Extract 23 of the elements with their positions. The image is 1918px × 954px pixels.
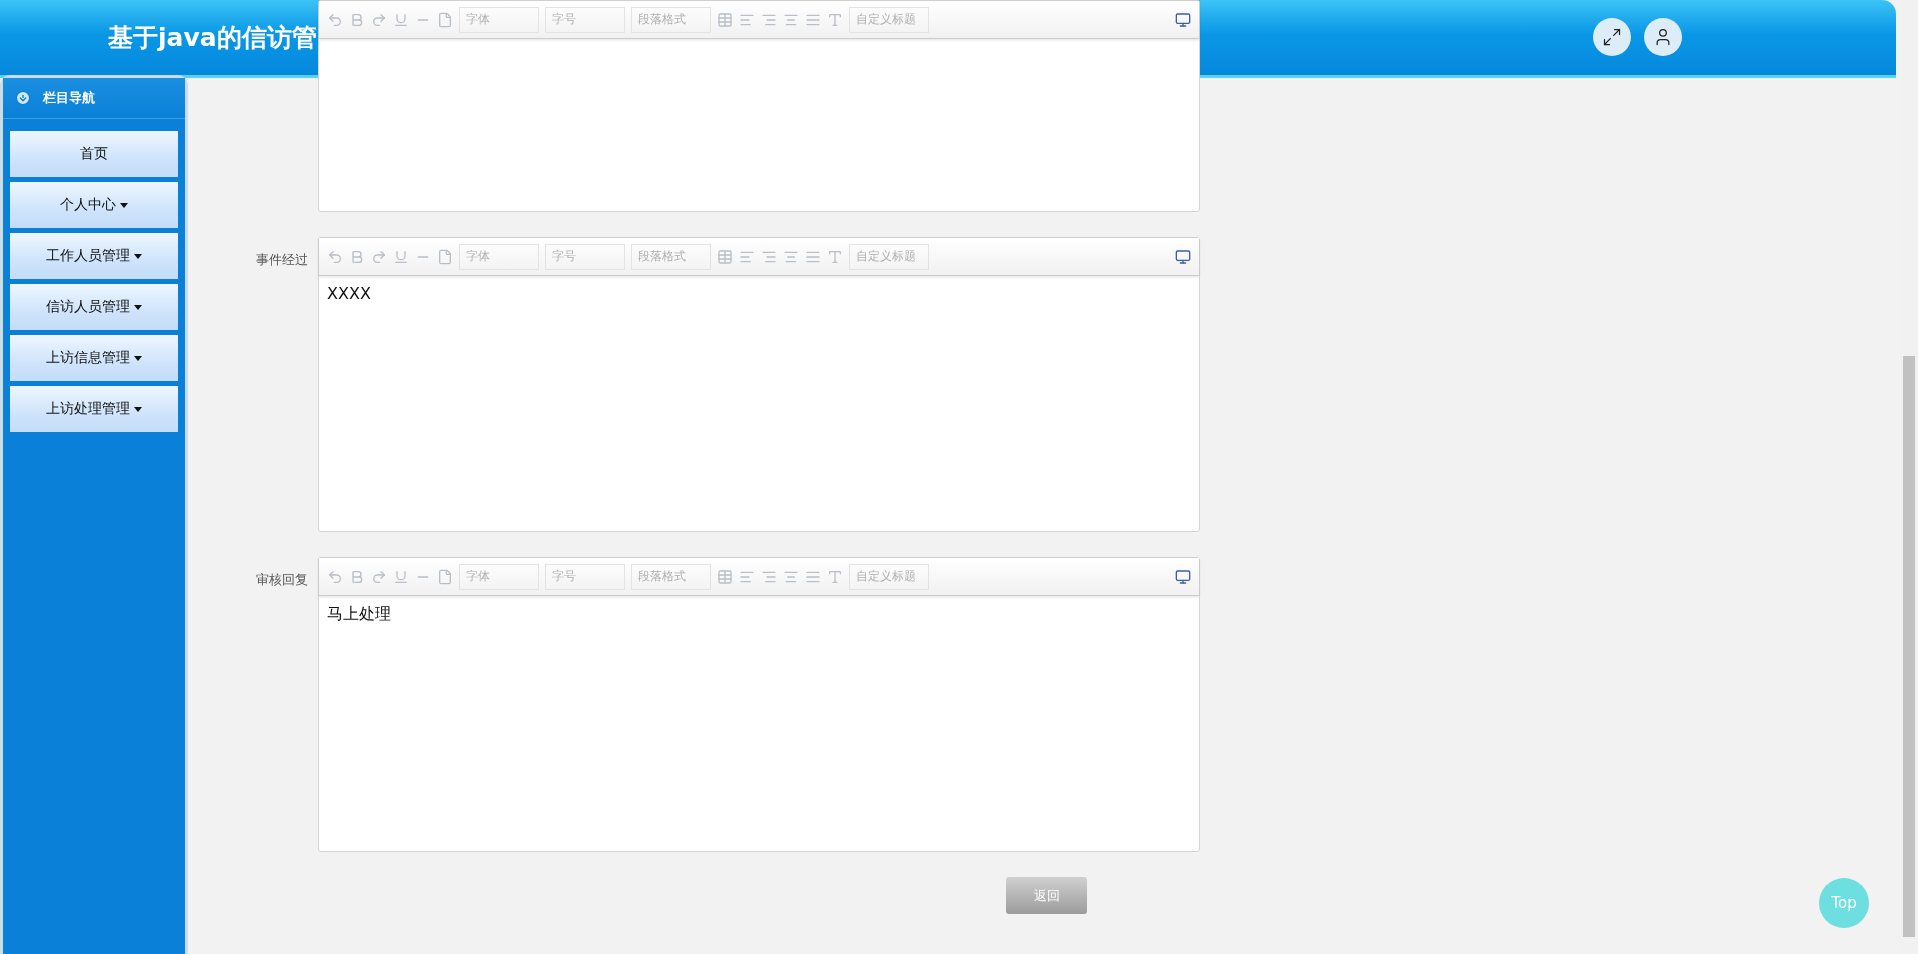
editor-content: XXXX (326, 283, 372, 305)
fullscreen-button[interactable] (1593, 18, 1631, 56)
field-label: 事件经过 (255, 251, 308, 269)
arrow-down-icon (15, 90, 31, 106)
expand-arrows-icon (1602, 27, 1622, 47)
back-button[interactable]: 返回 (1006, 877, 1087, 914)
sidebar-item[interactable]: 上访信息管理 (10, 335, 178, 381)
caret-icon (134, 355, 142, 361)
sidebar-title: 栏目导航 (43, 89, 95, 107)
sidebar-item[interactable]: 上访处理管理 (10, 386, 178, 432)
sidebar-item[interactable]: 信访人员管理 (10, 284, 178, 330)
site-title: 基于java的信访管 (108, 22, 317, 54)
sidebar-item[interactable]: 工作人员管理 (10, 233, 178, 279)
field-label: 审核回复 (255, 571, 308, 589)
sidebar-item[interactable]: 首页 (10, 131, 178, 177)
caret-icon (120, 202, 128, 208)
user-button[interactable] (1644, 18, 1682, 56)
caret-icon (134, 406, 142, 412)
caret-icon (134, 304, 142, 310)
caret-icon (134, 253, 142, 259)
editor-content: 马上处理 (326, 603, 392, 625)
back-to-top-button[interactable]: Top (1819, 878, 1869, 928)
sidebar-item[interactable]: 个人中心 (10, 182, 178, 228)
